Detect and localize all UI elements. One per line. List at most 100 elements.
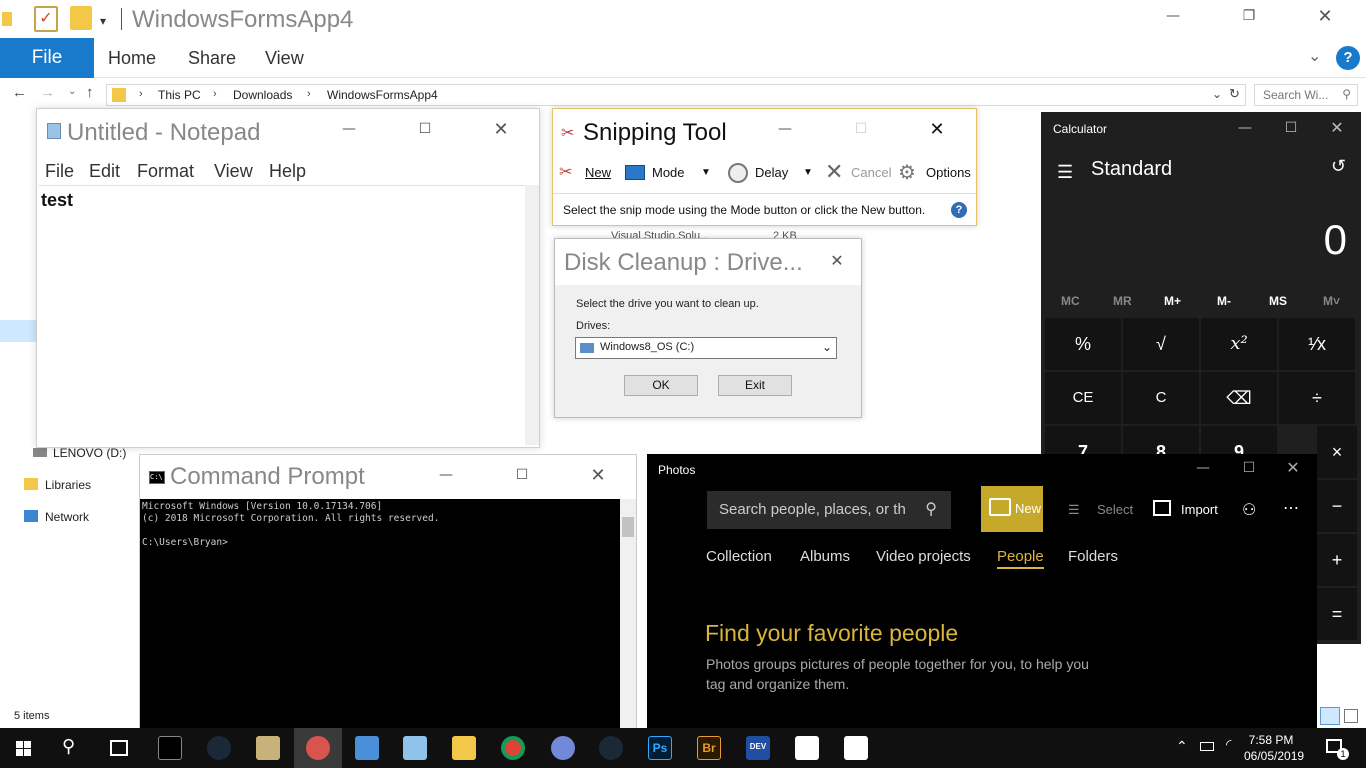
ribbon-tab-home[interactable]: Home (108, 38, 156, 78)
close-button[interactable]: ✕ (1325, 118, 1349, 137)
cmd-console-output[interactable]: Microsoft Windows [Version 10.0.17134.70… (140, 499, 622, 729)
clear-entry-key[interactable]: CE (1045, 372, 1121, 424)
new-button[interactable]: New (981, 486, 1043, 532)
maximize-button[interactable]: ☐ (413, 121, 437, 137)
tab-albums[interactable]: Albums (800, 548, 850, 565)
restore-button[interactable]: ❐ (1236, 8, 1262, 24)
help-icon[interactable]: ? (951, 202, 967, 218)
drive-select[interactable]: Windows8_OS (C:) ⌄ (575, 337, 837, 359)
address-dropdown-icon[interactable]: ⌄ (1212, 87, 1222, 101)
exit-button[interactable]: Exit (718, 375, 792, 396)
digit-7-key[interactable]: 7 (1045, 426, 1121, 454)
add-key[interactable]: + (1317, 534, 1357, 586)
properties-icon[interactable]: ✓ (34, 6, 58, 32)
ribbon-tab-share[interactable]: Share (188, 38, 236, 78)
address-bar[interactable]: › This PC › Downloads › WindowsFormsApp4… (106, 84, 1246, 106)
steam-taskbar-icon[interactable] (599, 736, 623, 760)
scrollbar-thumb[interactable] (622, 517, 634, 537)
memory-add-button[interactable]: M+ (1164, 294, 1181, 308)
photos-taskbar-icon[interactable] (844, 736, 868, 760)
nav-item-libraries[interactable]: Libraries (45, 478, 91, 492)
vertical-scrollbar[interactable] (525, 185, 539, 445)
nav-item-network[interactable]: Network (45, 510, 89, 524)
menu-format[interactable]: Format (137, 161, 194, 182)
close-button[interactable]: ✕ (1312, 6, 1338, 27)
close-button[interactable]: ✕ (925, 119, 949, 140)
taskbar-clock[interactable]: 7:58 PM 06/05/2019 (1244, 732, 1304, 764)
start-windows-icon[interactable] (16, 741, 32, 757)
explorer-search-input[interactable]: Search Wi... ⚲ (1254, 84, 1358, 106)
tab-folders[interactable]: Folders (1068, 548, 1118, 565)
minimize-button[interactable]: — (773, 121, 797, 137)
minimize-button[interactable]: — (1160, 8, 1186, 24)
discord-taskbar-icon[interactable] (551, 736, 575, 760)
square-key[interactable]: x² (1201, 318, 1277, 370)
customize-toolbar-icon[interactable]: ▾ (100, 14, 106, 28)
tab-video-projects[interactable]: Video projects (876, 548, 971, 565)
file-row-name[interactable]: Visual Studio Solu... (611, 230, 709, 238)
photos-search-input[interactable]: Search people, places, or th ⚲ (707, 491, 951, 529)
forward-arrow-icon[interactable]: → (40, 84, 55, 101)
breadcrumb-this-pc[interactable]: This PC (158, 88, 201, 102)
memory-recall-button[interactable]: MR (1113, 294, 1132, 308)
notepad-text-area[interactable]: test (39, 185, 527, 445)
details-view-icon[interactable] (1320, 707, 1340, 725)
help-icon[interactable]: ? (1336, 46, 1360, 70)
photoshop-taskbar-icon[interactable]: Ps (648, 736, 672, 760)
vertical-scrollbar[interactable] (620, 499, 636, 729)
digit-8-key[interactable]: 8 (1123, 426, 1199, 454)
multiply-key[interactable]: × (1317, 426, 1357, 478)
minimize-button[interactable]: — (337, 121, 361, 137)
up-arrow-icon[interactable]: ↑ (86, 84, 94, 101)
menu-help[interactable]: Help (269, 161, 306, 182)
chevron-up-icon[interactable]: ⌃ (1176, 738, 1188, 755)
tab-people[interactable]: People (997, 548, 1044, 569)
select-button[interactable]: Select (1097, 502, 1133, 517)
mode-dropdown-icon[interactable]: ▼ (701, 167, 711, 178)
minimize-button[interactable]: — (1191, 460, 1215, 476)
back-arrow-icon[interactable]: ← (12, 84, 27, 101)
chrome-taskbar-icon[interactable] (501, 736, 525, 760)
square-root-key[interactable]: √ (1123, 318, 1199, 370)
menu-view[interactable]: View (214, 161, 253, 182)
nav-item-lenovo-drive[interactable]: LENOVO (D:) (53, 446, 126, 460)
close-button[interactable]: ✕ (489, 119, 513, 140)
more-options-icon[interactable]: ⋯ (1283, 498, 1299, 518)
steam-taskbar-icon[interactable] (207, 736, 231, 760)
clear-key[interactable]: C (1123, 372, 1199, 424)
file-explorer-taskbar-icon[interactable] (452, 736, 476, 760)
ok-button[interactable]: OK (624, 375, 698, 396)
minimize-button[interactable]: — (434, 467, 458, 483)
disk-cleanup-taskbar-icon[interactable] (256, 736, 280, 760)
cancel-button[interactable]: Cancel (851, 165, 891, 180)
percent-key[interactable]: % (1045, 318, 1121, 370)
memory-list-button[interactable]: M˅ (1323, 294, 1340, 308)
control-panel-taskbar-icon[interactable] (355, 736, 379, 760)
large-icons-view-icon[interactable] (1344, 709, 1358, 723)
hamburger-menu-icon[interactable]: ☰ (1057, 162, 1073, 183)
new-folder-icon[interactable] (70, 6, 92, 30)
battery-icon[interactable] (1200, 742, 1214, 751)
bridge-taskbar-icon[interactable]: Br (697, 736, 721, 760)
maximize-button[interactable]: ☐ (1279, 120, 1303, 136)
close-button[interactable]: ✕ (825, 251, 849, 270)
history-icon[interactable]: ↺ (1331, 156, 1346, 177)
new-snip-button[interactable]: New (585, 165, 611, 180)
equals-key[interactable]: = (1317, 588, 1357, 640)
cmd-taskbar-icon[interactable] (158, 736, 182, 760)
digit-9-key[interactable]: 9 (1201, 426, 1277, 454)
task-view-icon[interactable] (110, 740, 128, 756)
recent-locations-icon[interactable]: ⌄ (68, 86, 76, 97)
chevron-down-icon[interactable]: ⌄ (1308, 46, 1321, 66)
refresh-icon[interactable]: ↻ (1229, 86, 1240, 102)
menu-file[interactable]: File (45, 161, 74, 182)
notepad-taskbar-icon[interactable] (403, 736, 427, 760)
import-button[interactable]: Import (1181, 502, 1218, 517)
memory-clear-button[interactable]: MC (1061, 294, 1080, 308)
maximize-button[interactable]: ☐ (510, 467, 534, 483)
divide-key[interactable]: ÷ (1279, 372, 1355, 424)
close-button[interactable]: ✕ (1281, 458, 1305, 477)
tab-collection[interactable]: Collection (706, 548, 772, 565)
ribbon-file-tab[interactable]: File (0, 38, 94, 78)
dev-cpp-taskbar-icon[interactable]: DEV (746, 736, 770, 760)
